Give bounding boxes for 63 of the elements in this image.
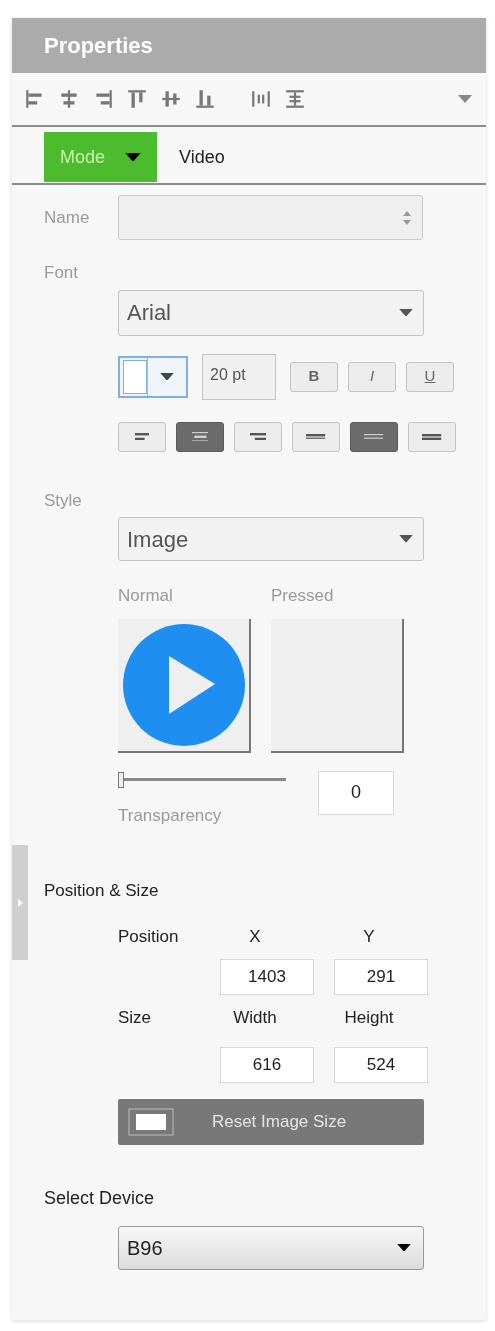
align-bottom-edges-icon[interactable] bbox=[194, 88, 216, 110]
expand-icon bbox=[17, 898, 23, 907]
toolbar-dropdown-icon[interactable] bbox=[458, 95, 472, 103]
distribute-vertical-icon[interactable] bbox=[284, 88, 306, 110]
distribute-horizontal-icon[interactable] bbox=[250, 88, 272, 110]
y-label: Y bbox=[362, 925, 376, 948]
caret-icon bbox=[397, 1243, 411, 1252]
align-middles-icon[interactable] bbox=[160, 88, 182, 110]
device-label: Select Device bbox=[44, 1187, 155, 1208]
bold-button[interactable]: B bbox=[290, 361, 338, 392]
alignment-button[interactable] bbox=[176, 421, 224, 452]
font-size-field[interactable]: 20 pt bbox=[202, 353, 276, 400]
style-label: Style bbox=[44, 490, 82, 510]
align-top-icon bbox=[306, 434, 326, 439]
style-dropdown[interactable]: Image bbox=[118, 517, 424, 561]
mode-tab[interactable]: Video bbox=[167, 132, 237, 182]
reset-image-size-button[interactable]: Reset Image Size bbox=[118, 1098, 424, 1145]
size-label: Size bbox=[118, 1007, 153, 1029]
align-top-edges-icon[interactable] bbox=[126, 88, 148, 110]
play-icon bbox=[122, 623, 245, 746]
height-label: Height bbox=[343, 1007, 395, 1029]
align-right-icon bbox=[249, 432, 267, 441]
caret-icon bbox=[160, 372, 174, 381]
panel-title: Properties bbox=[44, 32, 153, 60]
transparency-slider[interactable] bbox=[118, 770, 286, 789]
x-label: X bbox=[248, 925, 262, 948]
alignment-button[interactable] bbox=[408, 421, 456, 452]
state-image-slot[interactable] bbox=[118, 618, 251, 753]
caret-icon bbox=[125, 152, 142, 162]
font-label: Font bbox=[44, 263, 79, 282]
slider-thumb[interactable] bbox=[118, 771, 124, 788]
transparency-label: Transparency bbox=[118, 804, 223, 827]
position-label: Position bbox=[118, 925, 180, 948]
y-field[interactable]: 291 bbox=[334, 959, 428, 995]
caret-icon bbox=[399, 535, 413, 543]
underline-button[interactable]: U bbox=[406, 361, 454, 392]
state-image-slot[interactable] bbox=[271, 618, 404, 753]
width-label: Width bbox=[232, 1007, 278, 1029]
align-bottom-icon bbox=[422, 433, 442, 440]
alignment-button[interactable] bbox=[292, 421, 340, 452]
italic-button[interactable]: I bbox=[348, 361, 396, 392]
alignment-button[interactable] bbox=[234, 421, 282, 452]
caret-icon bbox=[399, 308, 413, 317]
name-label: Name bbox=[44, 206, 91, 229]
color-swatch bbox=[123, 359, 147, 394]
width-field[interactable]: 616 bbox=[220, 1046, 314, 1083]
align-left-icon bbox=[134, 432, 150, 441]
x-field[interactable]: 1403 bbox=[220, 959, 314, 995]
transparency-field[interactable]: 0 bbox=[318, 770, 394, 815]
alignment-button[interactable] bbox=[350, 421, 398, 452]
color-picker[interactable] bbox=[118, 355, 188, 398]
section-title: Position & Size bbox=[44, 881, 159, 900]
image-frame-icon bbox=[128, 1107, 174, 1136]
align-centers-icon[interactable] bbox=[58, 88, 80, 110]
device-dropdown[interactable]: B96 bbox=[118, 1225, 424, 1270]
font-dropdown[interactable]: Arial bbox=[118, 289, 424, 336]
alignment-button[interactable] bbox=[118, 421, 166, 452]
state-label: Pressed bbox=[271, 585, 335, 607]
side-handle[interactable] bbox=[12, 845, 28, 960]
state-label: Normal bbox=[118, 585, 174, 607]
align-middle-icon bbox=[364, 434, 384, 439]
align-center-icon bbox=[191, 431, 209, 442]
height-field[interactable]: 524 bbox=[334, 1046, 428, 1083]
